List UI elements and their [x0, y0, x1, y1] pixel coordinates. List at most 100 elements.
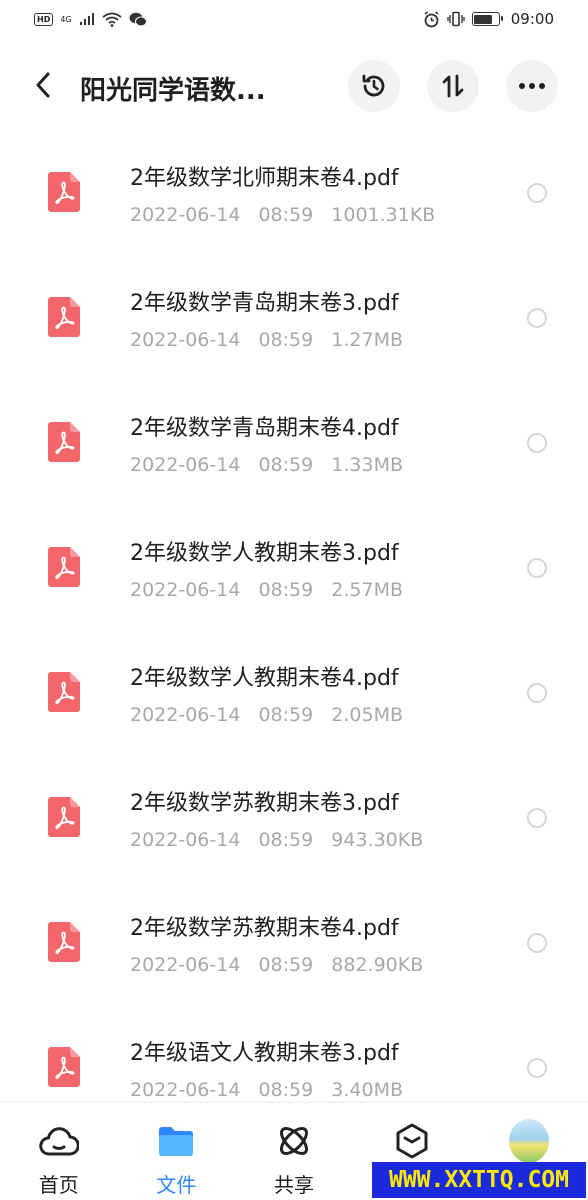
select-checkbox[interactable]	[527, 683, 547, 703]
file-time: 08:59	[258, 454, 314, 476]
file-date: 2022-06-14	[130, 329, 241, 351]
avatar-image	[509, 1119, 550, 1163]
tab-files[interactable]: 文件	[118, 1103, 236, 1200]
battery-icon	[471, 12, 503, 26]
file-list-item[interactable]: 2年级数学人教期末卷3.pdf 2022-06-14 08:59 2.57MB	[0, 505, 588, 630]
file-list-item[interactable]: 2年级数学北师期末卷4.pdf 2022-06-14 08:59 1001.31…	[0, 130, 588, 255]
header: 阳光同学语数...	[0, 54, 588, 120]
folder-icon	[156, 1121, 196, 1161]
pdf-icon	[48, 922, 80, 962]
avatar	[509, 1119, 550, 1163]
file-size: 882.90KB	[331, 954, 424, 976]
file-time: 08:59	[258, 329, 314, 351]
alarm-icon	[424, 10, 439, 27]
file-meta: 2022-06-14 08:59 943.30KB	[130, 829, 423, 851]
vibrate-icon	[447, 11, 465, 27]
file-name: 2年级数学青岛期末卷4.pdf	[130, 416, 399, 441]
pdf-icon	[48, 422, 80, 462]
tab-share[interactable]: 共享	[235, 1103, 353, 1200]
discover-cube-icon	[392, 1121, 432, 1161]
wechat-icon	[129, 12, 147, 26]
file-time: 08:59	[258, 829, 314, 851]
watermark: WWW.XXTTQ.COM	[372, 1162, 586, 1198]
file-name: 2年级数学苏教期末卷3.pdf	[130, 791, 399, 816]
select-checkbox[interactable]	[527, 558, 547, 578]
file-time: 08:59	[258, 1079, 314, 1101]
file-size: 2.57MB	[331, 579, 404, 601]
tab-label: 文件	[156, 1173, 197, 1197]
page-title: 阳光同学语数...	[80, 76, 266, 106]
file-date: 2022-06-14	[130, 1079, 241, 1101]
file-size: 3.40MB	[331, 1079, 404, 1101]
history-button[interactable]	[348, 60, 400, 112]
file-meta: 2022-06-14 08:59 1001.31KB	[130, 204, 435, 226]
pdf-icon	[48, 672, 80, 712]
battery-level	[474, 14, 492, 24]
file-list-item[interactable]: 2年级数学青岛期末卷4.pdf 2022-06-14 08:59 1.33MB	[0, 380, 588, 505]
share-orbit-icon	[274, 1121, 314, 1161]
file-time: 08:59	[258, 204, 314, 226]
pdf-icon	[48, 172, 80, 212]
select-checkbox[interactable]	[527, 808, 547, 828]
tab-label: 首页	[38, 1173, 79, 1197]
pdf-icon	[48, 297, 80, 337]
network-type: 4G	[60, 14, 72, 24]
status-left: HD 4G	[34, 12, 147, 27]
pdf-icon	[48, 797, 80, 837]
file-time: 08:59	[258, 704, 314, 726]
file-name: 2年级数学苏教期末卷4.pdf	[130, 916, 399, 941]
file-meta: 2022-06-14 08:59 3.40MB	[130, 1079, 403, 1101]
file-size: 943.30KB	[331, 829, 424, 851]
chevron-left-icon	[36, 72, 50, 98]
file-date: 2022-06-14	[130, 829, 241, 851]
signal-icon	[79, 13, 94, 25]
back-button[interactable]	[26, 68, 60, 102]
file-date: 2022-06-14	[130, 579, 241, 601]
select-checkbox[interactable]	[527, 1058, 547, 1078]
file-list-item[interactable]: 2年级数学青岛期末卷3.pdf 2022-06-14 08:59 1.27MB	[0, 255, 588, 380]
file-date: 2022-06-14	[130, 954, 241, 976]
history-clock-icon	[362, 74, 385, 97]
file-time: 08:59	[258, 954, 314, 976]
file-size: 1001.31KB	[331, 204, 436, 226]
file-list-item[interactable]: 2年级数学人教期末卷4.pdf 2022-06-14 08:59 2.05MB	[0, 630, 588, 755]
file-name: 2年级数学青岛期末卷3.pdf	[130, 291, 399, 316]
tab-label: 共享	[273, 1173, 314, 1197]
file-name: 2年级语文人教期末卷3.pdf	[130, 1041, 399, 1066]
file-date: 2022-06-14	[130, 454, 241, 476]
file-list-item[interactable]: 2年级数学苏教期末卷3.pdf 2022-06-14 08:59 943.30K…	[0, 755, 588, 880]
hd-badge: HD	[34, 12, 54, 26]
cloud-home-icon	[39, 1121, 79, 1161]
file-date: 2022-06-14	[130, 204, 241, 226]
file-name: 2年级数学人教期末卷4.pdf	[130, 666, 399, 691]
file-name: 2年级数学北师期末卷4.pdf	[130, 166, 399, 191]
file-meta: 2022-06-14 08:59 1.33MB	[130, 454, 403, 476]
file-size: 1.33MB	[331, 454, 404, 476]
file-meta: 2022-06-14 08:59 2.05MB	[130, 704, 403, 726]
sort-button[interactable]	[427, 60, 479, 112]
status-bar: HD 4G 09:00	[0, 0, 588, 38]
wifi-icon	[102, 12, 122, 27]
file-meta: 2022-06-14 08:59 882.90KB	[130, 954, 423, 976]
tab-home[interactable]: 首页	[0, 1103, 118, 1200]
select-checkbox[interactable]	[527, 433, 547, 453]
sort-arrows-icon	[442, 74, 464, 98]
more-button[interactable]	[506, 60, 558, 112]
select-checkbox[interactable]	[527, 933, 547, 953]
pdf-icon	[48, 547, 80, 587]
file-meta: 2022-06-14 08:59 2.57MB	[130, 579, 403, 601]
file-size: 2.05MB	[331, 704, 404, 726]
file-list: 2年级数学北师期末卷4.pdf 2022-06-14 08:59 1001.31…	[0, 130, 588, 1102]
file-size: 1.27MB	[331, 329, 404, 351]
file-list-item[interactable]: 2年级语文人教期末卷3.pdf 2022-06-14 08:59 3.40MB	[0, 1005, 588, 1102]
select-checkbox[interactable]	[527, 183, 547, 203]
file-list-item[interactable]: 2年级数学苏教期末卷4.pdf 2022-06-14 08:59 882.90K…	[0, 880, 588, 1005]
file-meta: 2022-06-14 08:59 1.27MB	[130, 329, 403, 351]
clock: 09:00	[510, 10, 554, 28]
more-dots-icon	[519, 83, 545, 89]
select-checkbox[interactable]	[527, 308, 547, 328]
file-name: 2年级数学人教期末卷3.pdf	[130, 541, 399, 566]
file-date: 2022-06-14	[130, 704, 241, 726]
status-right: 09:00	[423, 10, 554, 28]
pdf-icon	[48, 1047, 80, 1087]
